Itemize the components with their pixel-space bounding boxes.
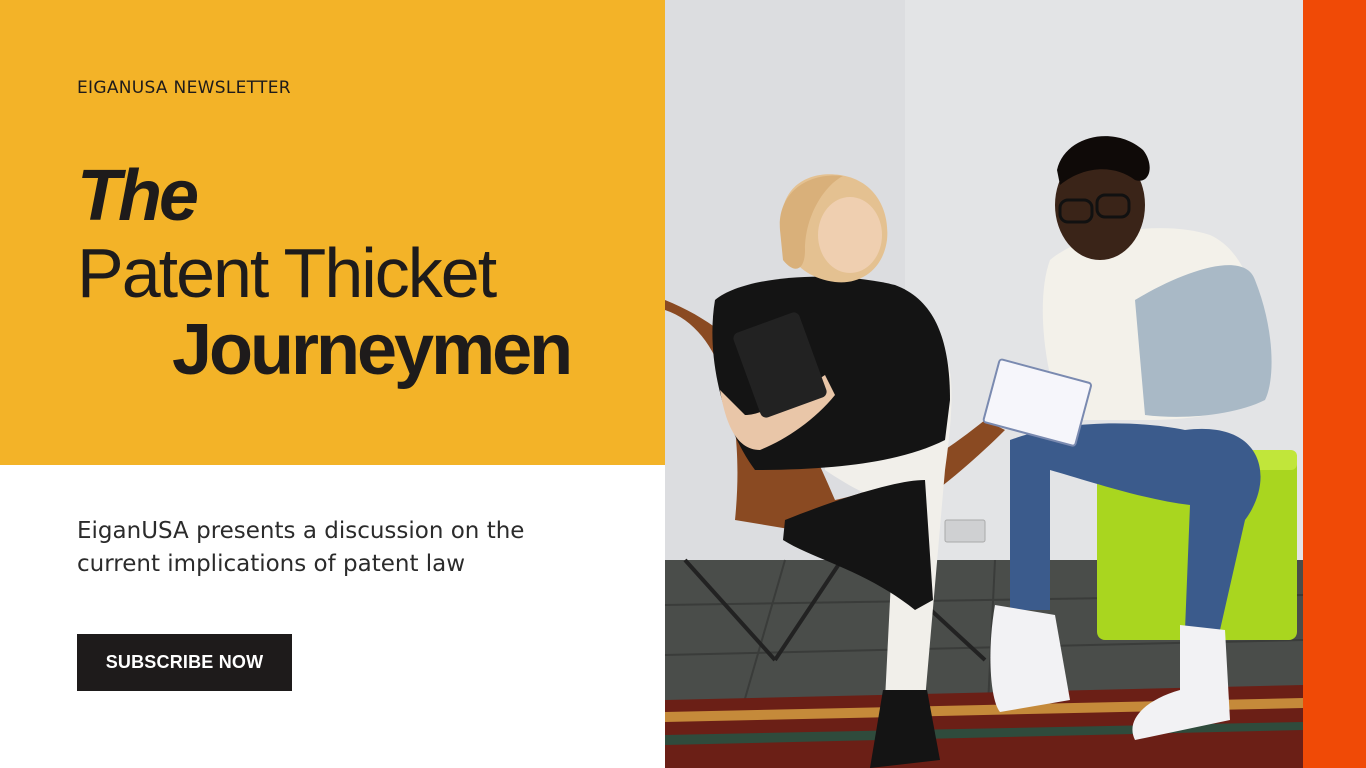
accent-stripe bbox=[1303, 0, 1366, 768]
newsletter-eyebrow: EIGANUSA NEWSLETTER bbox=[77, 78, 291, 98]
hero-photo bbox=[665, 0, 1303, 768]
photo-illustration bbox=[665, 0, 1303, 768]
subscribe-button[interactable]: SUBSCRIBE NOW bbox=[77, 634, 292, 691]
title-line-2: Patent Thicket bbox=[77, 234, 497, 312]
title-line-3: Journeymen bbox=[172, 310, 573, 390]
description-text: EiganUSA presents a discussion on the cu… bbox=[77, 518, 525, 577]
intro-panel bbox=[0, 465, 665, 768]
title-line-1: The bbox=[77, 156, 199, 236]
